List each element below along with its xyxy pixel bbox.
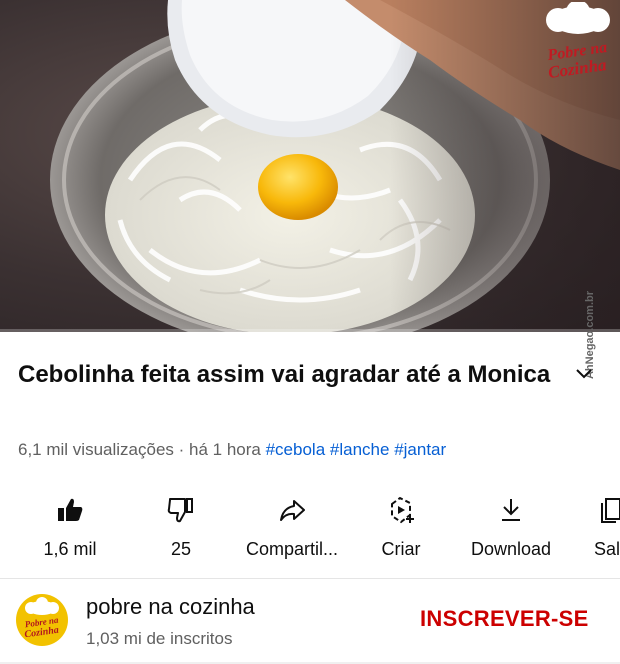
video-title[interactable]: Cebolinha feita assim vai agradar até a … — [18, 356, 558, 393]
view-count: 6,1 mil visualizações — [18, 440, 174, 459]
avatar[interactable]: Pobre na Cozinha — [16, 594, 68, 646]
save-icon — [601, 498, 620, 523]
meta-separator: · — [173, 440, 190, 459]
like-count: 1,6 mil — [43, 539, 97, 559]
dislike-count: 25 — [170, 539, 192, 559]
subscribe-button[interactable]: INSCREVER-SE — [420, 606, 589, 632]
save-label: Sal — [594, 539, 620, 559]
like-button[interactable]: 1,6 mil — [40, 490, 100, 570]
thumbs-up-icon — [58, 498, 83, 521]
hashtag-link[interactable]: #jantar — [394, 440, 446, 459]
dislike-button[interactable]: 25 — [151, 490, 211, 570]
create-icon — [391, 496, 414, 524]
video-player[interactable]: Pobre na Cozinha — [0, 0, 620, 332]
video-progress-bar[interactable] — [0, 329, 620, 332]
download-icon — [502, 499, 520, 521]
save-button[interactable]: Sal — [594, 490, 620, 570]
channel-watermark-logo: Pobre na Cozinha — [545, 2, 610, 82]
channel-name[interactable]: pobre na cozinha — [86, 594, 255, 620]
subscriber-count: 1,03 mi de inscritos — [86, 629, 233, 648]
thumbs-down-icon — [167, 498, 193, 523]
share-label: Compartil... — [245, 539, 339, 559]
download-button[interactable]: Download — [464, 490, 558, 570]
create-label: Criar — [381, 539, 421, 559]
video-meta: 6,1 mil visualizações · há 1 hora #cebol… — [18, 440, 446, 460]
create-button[interactable]: Criar — [371, 490, 431, 570]
action-bar: 1,6 mil 25 Compartil... Criar Download S… — [0, 490, 620, 570]
divider — [0, 578, 620, 579]
hashtag-link[interactable]: #cebola — [266, 440, 326, 459]
share-button[interactable]: Compartil... — [240, 490, 344, 570]
share-icon — [280, 500, 305, 521]
download-label: Download — [470, 539, 552, 559]
hashtag-link[interactable]: #lanche — [330, 440, 390, 459]
upload-time: há 1 hora — [189, 440, 261, 459]
channel-logo-icon: Pobre na Cozinha — [24, 597, 59, 640]
chevron-down-icon[interactable] — [574, 364, 594, 384]
